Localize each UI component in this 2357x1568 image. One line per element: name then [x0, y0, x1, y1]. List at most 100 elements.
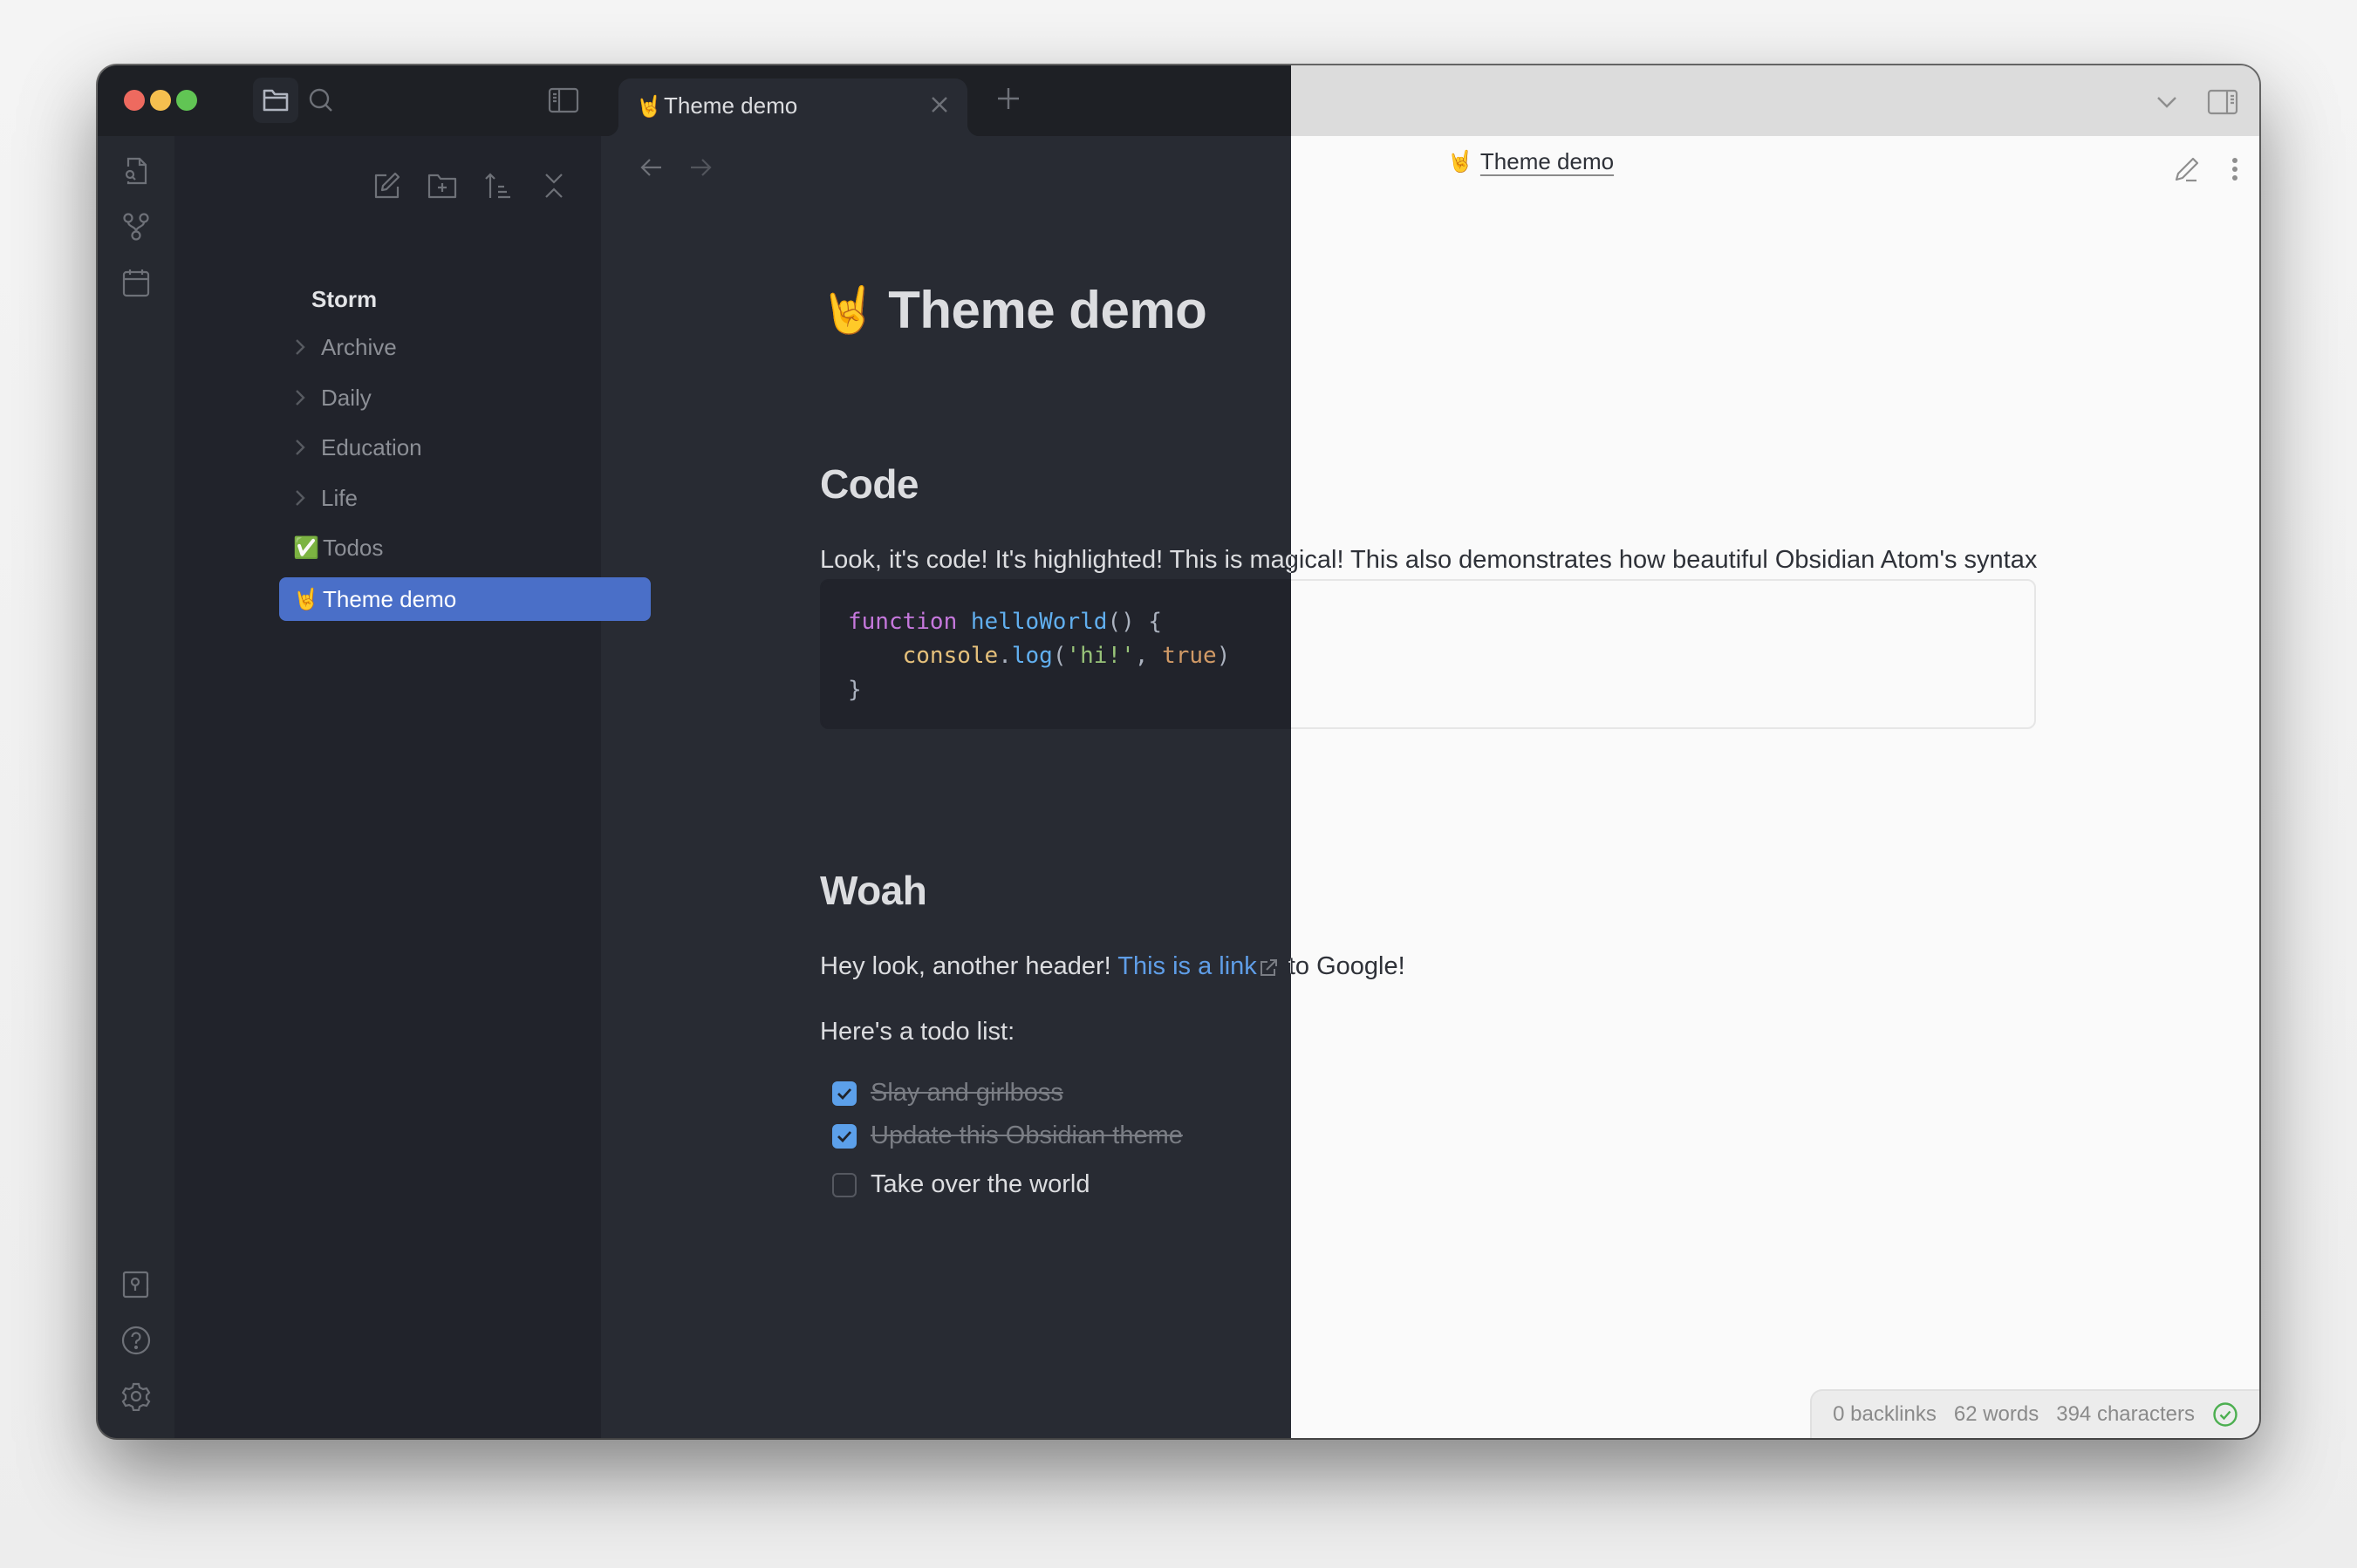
daily-note-button[interactable] [115, 262, 157, 303]
view-title-text: Theme demo [1479, 148, 1615, 174]
check-mark-emoji-icon: ✅ [293, 535, 319, 560]
tree-folder-life[interactable]: Life [279, 476, 651, 520]
chevron-right-icon [295, 338, 318, 356]
tree-folder-education[interactable]: Education [279, 426, 651, 469]
close-window-button[interactable] [124, 90, 145, 111]
tab-label: Theme demo [664, 92, 798, 119]
more-options-button[interactable] [2216, 150, 2254, 188]
heading-code: Code [820, 461, 919, 507]
todo-checkbox-unchecked[interactable] [832, 1172, 857, 1197]
new-folder-icon [427, 173, 457, 199]
forward-button[interactable] [681, 148, 720, 187]
word-count: 62 words [1953, 1402, 2039, 1426]
chevron-down-icon [2156, 95, 2177, 109]
chevron-right-icon [295, 489, 318, 507]
chevron-right-icon [295, 389, 318, 406]
sort-icon [484, 172, 512, 200]
code-token: . [998, 643, 1012, 669]
code-token: function [848, 609, 958, 635]
tree-item-label: Daily [321, 384, 372, 411]
tab-theme-demo[interactable]: 🤘 Theme demo [618, 78, 967, 136]
calendar-icon [122, 268, 150, 297]
quick-switcher-button[interactable] [115, 150, 157, 192]
edit-icon [2174, 156, 2200, 182]
code-token: 'hi!' [1066, 643, 1135, 669]
close-icon [930, 95, 949, 114]
ribbon [98, 136, 174, 1438]
view-title-emoji: 🤘 [1447, 150, 1473, 174]
code-token: ) [1216, 643, 1231, 669]
right-sidebar-toggle-button[interactable] [2202, 81, 2244, 123]
google-link[interactable]: This is a link [1117, 952, 1257, 980]
tree-folder-daily[interactable]: Daily [279, 376, 651, 419]
code-token: true [1162, 643, 1217, 669]
settings-icon [121, 1381, 151, 1411]
new-note-icon [372, 172, 400, 200]
sort-button[interactable] [477, 165, 519, 207]
new-note-button[interactable] [366, 165, 407, 207]
settings-button[interactable] [115, 1375, 157, 1417]
tree-file-theme-demo[interactable]: 🤘 Theme demo [279, 577, 651, 621]
tab-list-button[interactable] [2149, 85, 2184, 119]
code-token: , [1134, 643, 1163, 669]
graph-view-button[interactable] [115, 206, 157, 248]
collapse-all-button[interactable] [533, 165, 575, 207]
paragraph-text: Hey look, another header! [820, 952, 1118, 980]
view-header-title[interactable]: 🤘 Theme demo [1447, 148, 1614, 175]
tree-item-label: Life [321, 484, 358, 511]
code-token: helloWorld [970, 609, 1108, 635]
open-vault-button[interactable] [115, 1264, 157, 1306]
vault-icon [122, 1271, 150, 1299]
arrow-right-icon [689, 158, 712, 177]
todo-checkbox-checked[interactable] [832, 1123, 857, 1149]
left-sidebar-toggle-icon [548, 87, 579, 113]
plus-icon [996, 86, 1021, 111]
search-tab-button[interactable] [298, 78, 344, 123]
new-folder-button[interactable] [421, 165, 463, 207]
right-sidebar-toggle-icon [2207, 89, 2238, 115]
todo-checkbox-checked[interactable] [832, 1081, 857, 1106]
tab-close-button[interactable] [926, 91, 953, 119]
back-button[interactable] [632, 148, 671, 187]
character-count: 394 characters [2056, 1402, 2195, 1426]
todo-label: Slay and girlboss [871, 1079, 1063, 1107]
minimize-window-button[interactable] [150, 90, 171, 111]
zoom-window-button[interactable] [176, 90, 197, 111]
chevron-right-icon [295, 439, 318, 456]
code-token: log [1011, 643, 1053, 669]
file-explorer: Storm Archive Daily Education Life ✅ Tod… [174, 136, 651, 1438]
paragraph-text: to Google! [1281, 952, 1405, 980]
files-tab-button[interactable] [253, 78, 298, 123]
rock-hand-emoji-icon: 🤘 [293, 587, 319, 611]
tree-item-label: Education [321, 433, 422, 460]
check-circle-icon[interactable] [2212, 1401, 2238, 1428]
heading-woah: Woah [820, 868, 927, 913]
external-link-icon [1259, 958, 1278, 978]
collapse-all-icon [543, 172, 564, 200]
graph-icon [122, 212, 150, 242]
help-icon [121, 1326, 151, 1355]
todo-item: Slay and girlboss [832, 1079, 1063, 1108]
tree-file-todos[interactable]: ✅ Todos [279, 526, 651, 569]
todo-item: Update this Obsidian theme [832, 1121, 1183, 1150]
backlinks-count[interactable]: 0 backlinks [1833, 1402, 1937, 1427]
arrow-left-icon [640, 158, 663, 177]
tree-item-label: Todos [323, 534, 384, 561]
edit-button[interactable] [2168, 150, 2206, 188]
code-content: function helloWorld() { console.log('hi!… [848, 605, 1230, 707]
todo-label: Update this Obsidian theme [871, 1121, 1183, 1149]
rock-hand-emoji-icon: 🤘 [820, 285, 877, 336]
more-options-icon [2231, 157, 2238, 181]
code-token: console [902, 643, 999, 669]
vault-name: Storm [311, 286, 378, 312]
code-token: () { [1107, 609, 1163, 635]
tab-emoji: 🤘 [636, 95, 662, 119]
tree-item-label: Archive [321, 333, 397, 360]
new-tab-button[interactable] [987, 78, 1029, 119]
left-sidebar-toggle-button[interactable] [541, 78, 586, 123]
help-button[interactable] [115, 1319, 157, 1361]
search-icon [307, 86, 335, 114]
note-title-text: Theme demo [888, 281, 1207, 339]
tree-folder-archive[interactable]: Archive [279, 325, 651, 369]
